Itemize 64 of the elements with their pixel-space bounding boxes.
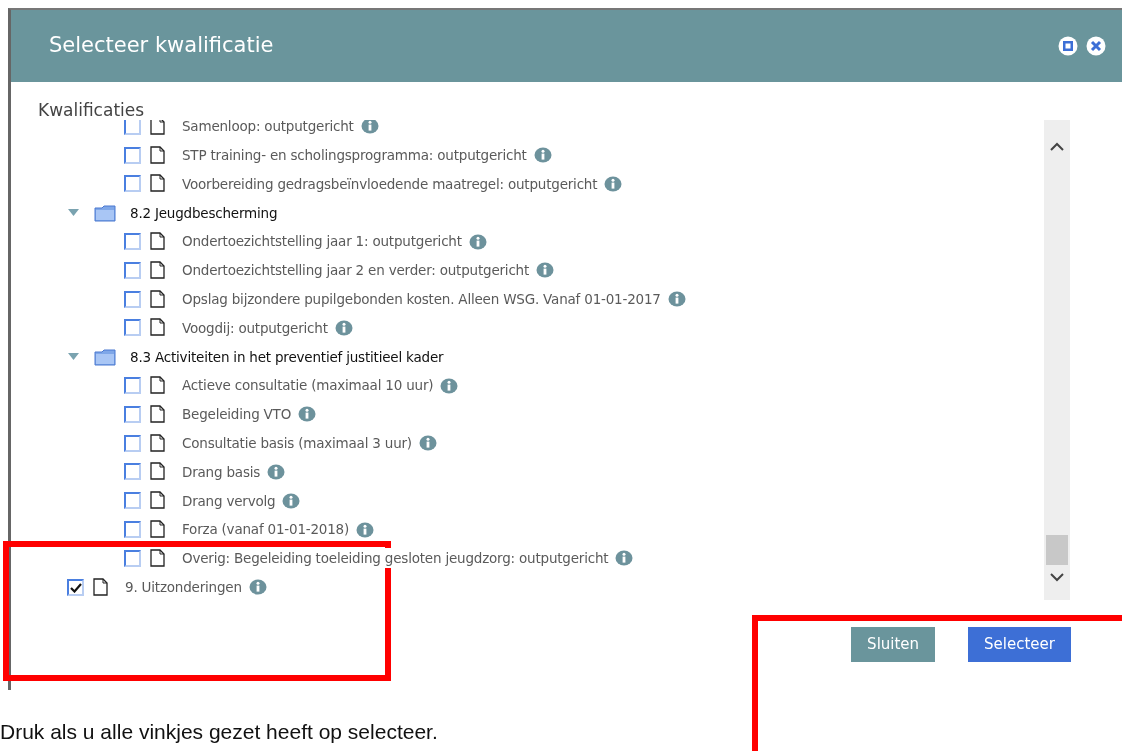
dialog-title: Selecteer kwalificatie	[49, 32, 274, 60]
folder-icon	[94, 203, 116, 222]
scroll-up-icon[interactable]	[1050, 142, 1064, 151]
check-icon	[69, 581, 82, 593]
info-icon[interactable]	[615, 550, 634, 567]
scroll-thumb[interactable]	[1046, 535, 1068, 565]
checkbox[interactable]	[124, 405, 141, 423]
info-icon[interactable]	[282, 492, 301, 509]
item-label[interactable]: Samenloop: outputgericht	[182, 120, 354, 137]
checkbox[interactable]	[124, 377, 141, 395]
info-icon[interactable]	[440, 377, 459, 394]
checkbox[interactable]	[67, 578, 84, 596]
info-icon[interactable]	[267, 463, 286, 480]
info-icon[interactable]	[298, 406, 317, 423]
document-icon	[150, 548, 166, 568]
info-icon[interactable]	[356, 521, 375, 538]
checkbox[interactable]	[124, 146, 141, 164]
item-label[interactable]: Overig: Begeleiding toeleiding gesloten jeugdzorg: outputgericht	[182, 548, 609, 569]
folder-label[interactable]: 8.3 Activiteiten in het preventief justitieel kader	[130, 346, 444, 367]
document-icon	[150, 260, 166, 280]
document-icon	[150, 289, 166, 309]
checkbox[interactable]	[124, 434, 141, 452]
document-icon	[150, 318, 166, 338]
info-icon[interactable]	[248, 579, 267, 596]
close-icon[interactable]	[1086, 36, 1106, 56]
document-icon	[93, 577, 109, 597]
instruction-text: Druk als u alle vinkjes gezet heeft op selecteer.	[0, 720, 439, 744]
document-icon	[150, 120, 166, 136]
scrollbar[interactable]	[1044, 120, 1070, 600]
checkbox[interactable]	[124, 290, 141, 308]
folder-label[interactable]: 8.2 Jeugdbescherming	[130, 202, 278, 223]
select-button[interactable]: Selecteer	[968, 627, 1071, 662]
checkbox[interactable]	[124, 319, 141, 337]
document-icon	[150, 232, 166, 252]
checkbox[interactable]	[124, 120, 141, 135]
info-icon[interactable]	[468, 233, 487, 250]
scroll-down-icon[interactable]	[1050, 573, 1064, 582]
document-icon	[150, 433, 166, 453]
info-icon[interactable]	[533, 147, 552, 164]
info-icon[interactable]	[536, 262, 555, 279]
info-icon[interactable]	[418, 435, 437, 452]
checkbox[interactable]	[124, 175, 141, 193]
document-icon	[150, 404, 166, 424]
checkbox[interactable]	[124, 492, 141, 510]
info-icon[interactable]	[667, 291, 686, 308]
info-icon[interactable]	[360, 120, 379, 135]
document-icon	[150, 376, 166, 396]
collapse-arrow-icon[interactable]	[67, 207, 80, 219]
checkbox[interactable]	[124, 521, 141, 539]
document-icon	[150, 145, 166, 165]
info-icon[interactable]	[334, 319, 353, 336]
folder-icon	[94, 347, 116, 366]
section-label: Kwalificaties	[38, 100, 146, 120]
collapse-arrow-icon[interactable]	[67, 351, 80, 363]
maximize-icon[interactable]	[1058, 36, 1078, 56]
document-icon	[150, 462, 166, 482]
checkbox[interactable]	[124, 261, 141, 279]
document-icon	[150, 520, 166, 540]
checkbox[interactable]	[124, 233, 141, 251]
document-icon	[150, 174, 166, 194]
checkbox[interactable]	[124, 549, 141, 567]
checkbox[interactable]	[124, 463, 141, 481]
document-icon	[150, 491, 166, 511]
info-icon[interactable]	[604, 176, 623, 192]
